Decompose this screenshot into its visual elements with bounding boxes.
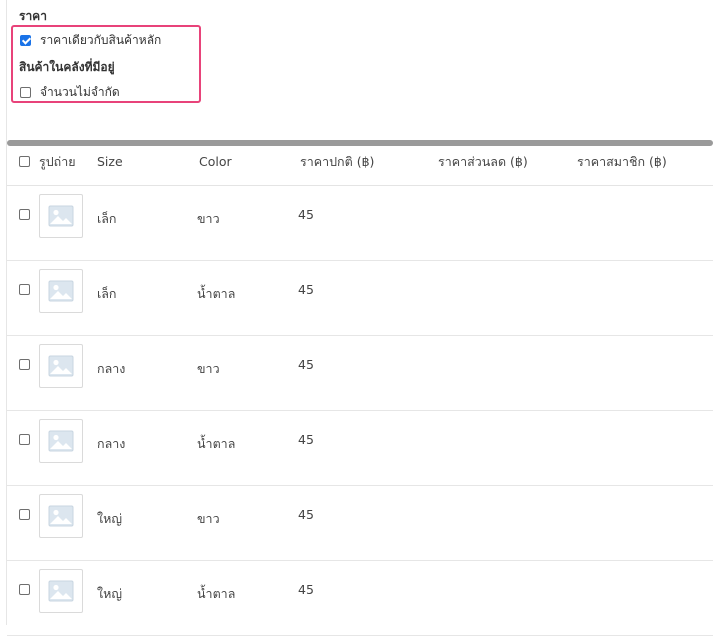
image-placeholder-icon [48,205,74,227]
column-header-photo: รูปถ่าย [39,154,76,169]
table-row: กลาง น้ำตาล 45 [7,411,713,486]
same-price-option[interactable]: ราคาเดียวกับสินค้าหลัก [20,32,161,48]
image-placeholder-icon [48,280,74,302]
size-cell: เล็ก [97,211,117,226]
same-price-checkbox[interactable] [20,34,31,46]
size-cell: ใหญ่ [97,511,122,526]
regular-price-cell[interactable]: 45 [298,282,314,297]
regular-price-cell[interactable]: 45 [298,357,314,372]
regular-price-cell[interactable]: 45 [298,207,314,222]
color-cell: น้ำตาล [197,436,236,451]
size-cell: ใหญ่ [97,586,122,601]
size-cell: เล็ก [97,286,117,301]
product-image-placeholder[interactable] [39,494,83,538]
regular-price-cell[interactable]: 45 [298,507,314,522]
variant-settings-panel: ราคา ราคาเดียวกับสินค้าหลัก สินค้าในคลัง… [0,0,713,140]
row-select-checkbox[interactable] [19,359,30,370]
size-cell: กลาง [97,436,126,451]
table-row: เล็ก ขาว 45 [7,186,713,261]
select-all-checkbox[interactable] [19,156,30,167]
column-header-regular-price[interactable]: ราคาปกติ (฿) [300,146,374,185]
product-image-placeholder[interactable] [39,344,83,388]
unlimited-stock-option[interactable]: จำนวนไม่จำกัด [20,84,120,100]
column-header-member-price[interactable]: ราคาสมาชิก (฿) [577,146,667,185]
product-image-placeholder[interactable] [39,194,83,238]
stock-section-title: สินค้าในคลังที่มีอยู่ [19,60,115,74]
table-row: กลาง ขาว 45 [7,336,713,411]
product-image-placeholder[interactable] [39,419,83,463]
row-select-checkbox[interactable] [19,209,30,220]
unlimited-stock-label: จำนวนไม่จำกัด [40,84,120,99]
table-header: รูปถ่าย Size Color ราคาปกติ (฿) ราคาส่วน… [7,146,713,186]
color-cell: น้ำตาล [197,286,236,301]
same-price-label: ราคาเดียวกับสินค้าหลัก [40,32,162,47]
price-section-title: ราคา [19,9,47,23]
image-placeholder-icon [48,505,74,527]
table-row: เล็ก น้ำตาล 45 [7,261,713,336]
row-select-checkbox[interactable] [19,584,30,595]
image-placeholder-icon [48,430,74,452]
regular-price-cell[interactable]: 45 [298,582,314,597]
image-placeholder-icon [48,580,74,602]
row-select-checkbox[interactable] [19,284,30,295]
unlimited-stock-checkbox[interactable] [20,86,31,98]
product-image-placeholder[interactable] [39,569,83,613]
color-cell: ขาว [197,361,220,376]
variants-table: รูปถ่าย Size Color ราคาปกติ (฿) ราคาส่วน… [7,146,713,636]
color-cell: ขาว [197,211,220,226]
table-row: ใหญ่ ขาว 45 [7,486,713,561]
regular-price-cell[interactable]: 45 [298,432,314,447]
image-placeholder-icon [48,355,74,377]
color-cell: ขาว [197,511,220,526]
column-header-color[interactable]: Color [199,146,232,185]
size-cell: กลาง [97,361,126,376]
column-header-size[interactable]: Size [97,146,123,185]
product-image-placeholder[interactable] [39,269,83,313]
color-cell: น้ำตาล [197,586,236,601]
row-select-checkbox[interactable] [19,434,30,445]
row-select-checkbox[interactable] [19,509,30,520]
column-header-discount-price[interactable]: ราคาส่วนลด (฿) [438,146,528,185]
